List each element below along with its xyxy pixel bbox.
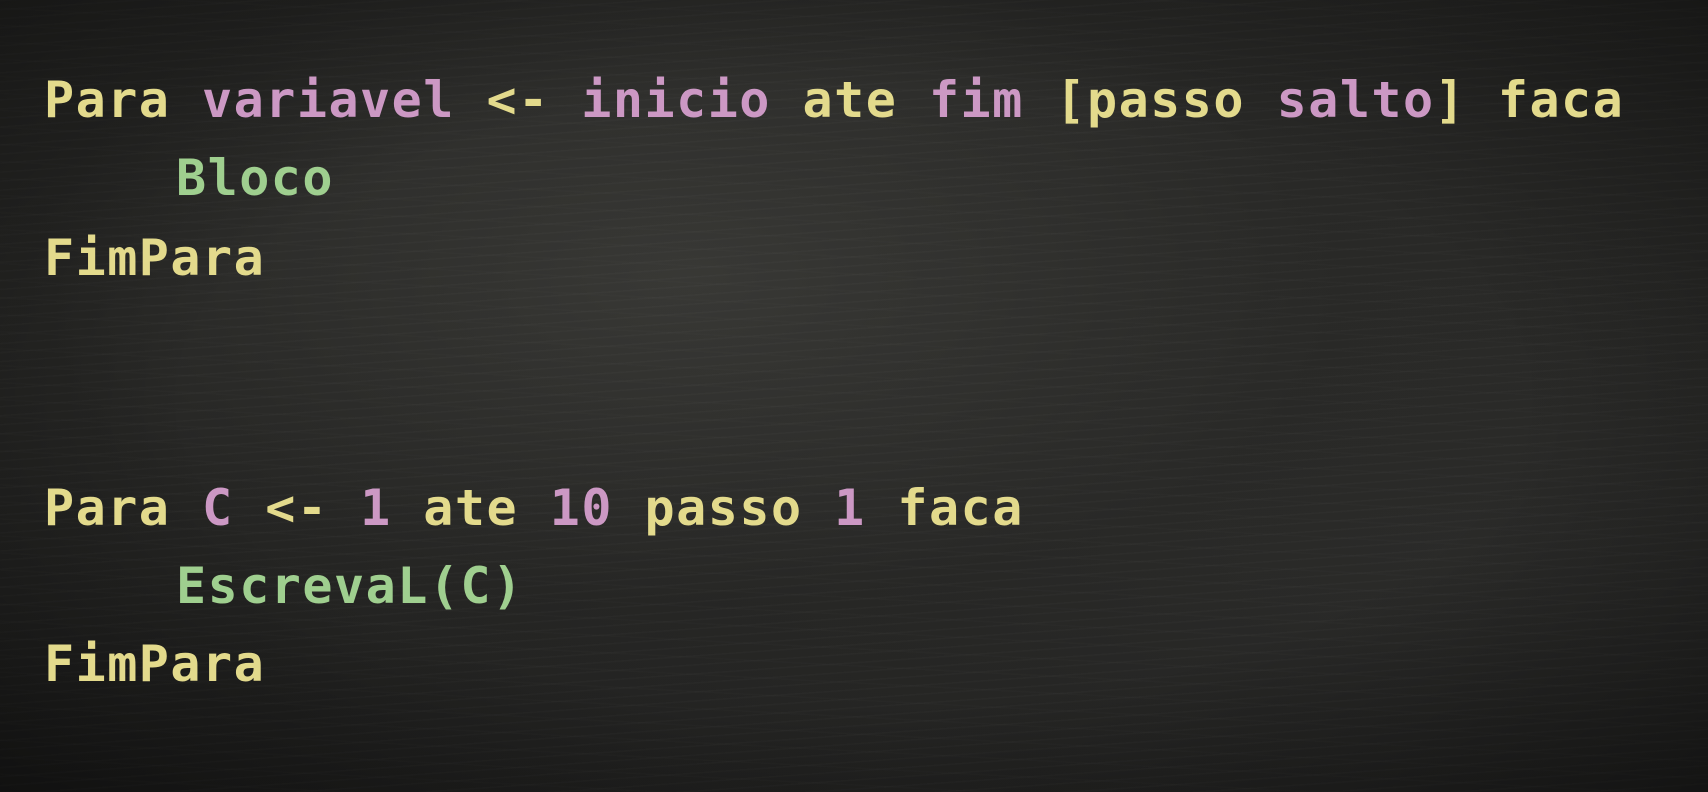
keyword-para: Para bbox=[44, 479, 171, 537]
end-value: 10 bbox=[549, 479, 613, 537]
example-end-line: FimPara bbox=[44, 634, 265, 694]
syntax-body-line: Bloco bbox=[176, 148, 334, 208]
example-header-line: Para C <- 1 ate 10 passo 1 faca bbox=[44, 478, 1024, 538]
keyword-passo-open: [passo bbox=[1055, 71, 1245, 129]
step-value: salto bbox=[1276, 71, 1435, 129]
keyword-fimpara: FimPara bbox=[44, 229, 266, 287]
block-placeholder: Bloco bbox=[176, 149, 335, 207]
variable-name: C bbox=[202, 479, 234, 537]
assign-arrow: <- bbox=[265, 479, 329, 537]
end-value: fim bbox=[928, 71, 1024, 129]
keyword-para: Para bbox=[44, 71, 171, 129]
keyword-ate: ate bbox=[423, 479, 519, 537]
bracket-close: ] bbox=[1434, 71, 1467, 129]
statement-call: EscrevaL(C) bbox=[176, 557, 524, 615]
keyword-passo: passo bbox=[644, 479, 803, 537]
assign-arrow: <- bbox=[486, 71, 550, 129]
chalkboard: Para variavel <- inicio ate fim [passo s… bbox=[0, 0, 1708, 792]
syntax-end-line: FimPara bbox=[44, 228, 265, 288]
keyword-faca: faca bbox=[1497, 71, 1625, 129]
start-value: inicio bbox=[581, 71, 771, 129]
syntax-header-line: Para variavel <- inicio ate fim [passo s… bbox=[44, 70, 1624, 130]
keyword-ate: ate bbox=[802, 71, 898, 129]
step-value: 1 bbox=[834, 479, 866, 537]
start-value: 1 bbox=[360, 479, 392, 537]
example-body-line: EscrevaL(C) bbox=[176, 556, 524, 616]
keyword-faca: faca bbox=[897, 479, 1024, 537]
keyword-fimpara: FimPara bbox=[44, 635, 266, 693]
variable-name: variavel bbox=[202, 71, 455, 129]
